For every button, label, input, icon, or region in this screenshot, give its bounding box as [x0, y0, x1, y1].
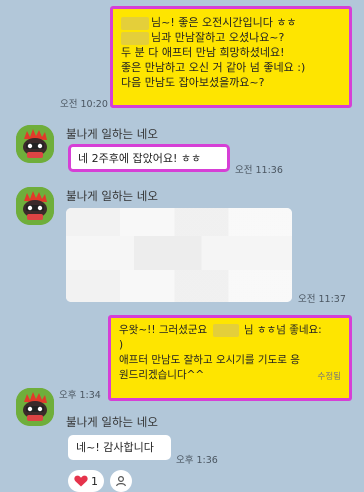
sender-name: 불나게 일하는 네오 [66, 127, 158, 141]
avatar[interactable] [16, 388, 54, 426]
message-line: 애프터 만남도 잘하고 오시기를 기도로 응 [119, 354, 300, 366]
redacted-name [121, 16, 149, 30]
message-text: 네~! 감사합니다 [76, 441, 154, 454]
redacted-name [121, 31, 149, 45]
reaction-count: 1 [91, 474, 98, 488]
message-time: 오후 1:34 [59, 390, 101, 401]
neo-avatar-icon [16, 388, 54, 426]
message-time: 오후 1:36 [176, 455, 218, 466]
message-time: 오전 11:37 [298, 294, 346, 305]
message-time: 오전 10:20 [60, 99, 108, 110]
sender-name: 불나게 일하는 네오 [66, 415, 158, 429]
message-line: 좋은 만남하고 오신 거 같아 넘 좋네요 :) [121, 61, 306, 74]
message-line: 다음 만남도 잡아보셨을까요~? [121, 76, 265, 89]
add-reaction-button[interactable] [110, 470, 132, 492]
message-line: 우왓~!! 그러셨군요 님 ㅎㅎ넘 좋네요: [119, 323, 322, 337]
message-line: 원드리겠습니다^^ 수정됨 [119, 368, 341, 383]
outgoing-message-1[interactable]: 님~! 좋은 오전시간입니다 ㅎㅎ 님과 만남잘하고 오셨나요~? 두 분 다 … [110, 6, 352, 108]
incoming-message-5[interactable]: 네~! 감사합니다 [68, 435, 171, 460]
heart-icon [74, 475, 88, 487]
neo-avatar-icon [16, 187, 54, 225]
outgoing-message-4[interactable]: 우왓~!! 그러셨군요 님 ㅎㅎ넘 좋네요: ) 애프터 만남도 잘하고 오시기… [108, 315, 352, 401]
redacted-name [212, 323, 239, 337]
message-line: ) [119, 339, 124, 351]
message-text: 네 2주후에 잡았어요! ㅎㅎ [78, 152, 202, 165]
avatar[interactable] [16, 187, 54, 225]
incoming-message-2[interactable]: 네 2주후에 잡았어요! ㅎㅎ [68, 144, 230, 172]
message-time: 오전 11:36 [235, 165, 283, 176]
person-icon [116, 475, 126, 487]
message-line: 님과 만남잘하고 오셨나요~? [121, 30, 341, 45]
edited-label: 수정됨 [317, 372, 341, 382]
heart-reaction-button[interactable]: 1 [68, 470, 104, 492]
blurred-content [66, 236, 292, 270]
neo-avatar-icon [16, 125, 54, 163]
message-line: 님~! 좋은 오전시간입니다 ㅎㅎ [121, 15, 341, 30]
message-line: 두 분 다 애프터 만남 희망하셨네요! [121, 46, 285, 59]
avatar[interactable] [16, 125, 54, 163]
sender-name: 불나게 일하는 네오 [66, 189, 158, 203]
incoming-message-3-redacted[interactable] [66, 208, 292, 302]
